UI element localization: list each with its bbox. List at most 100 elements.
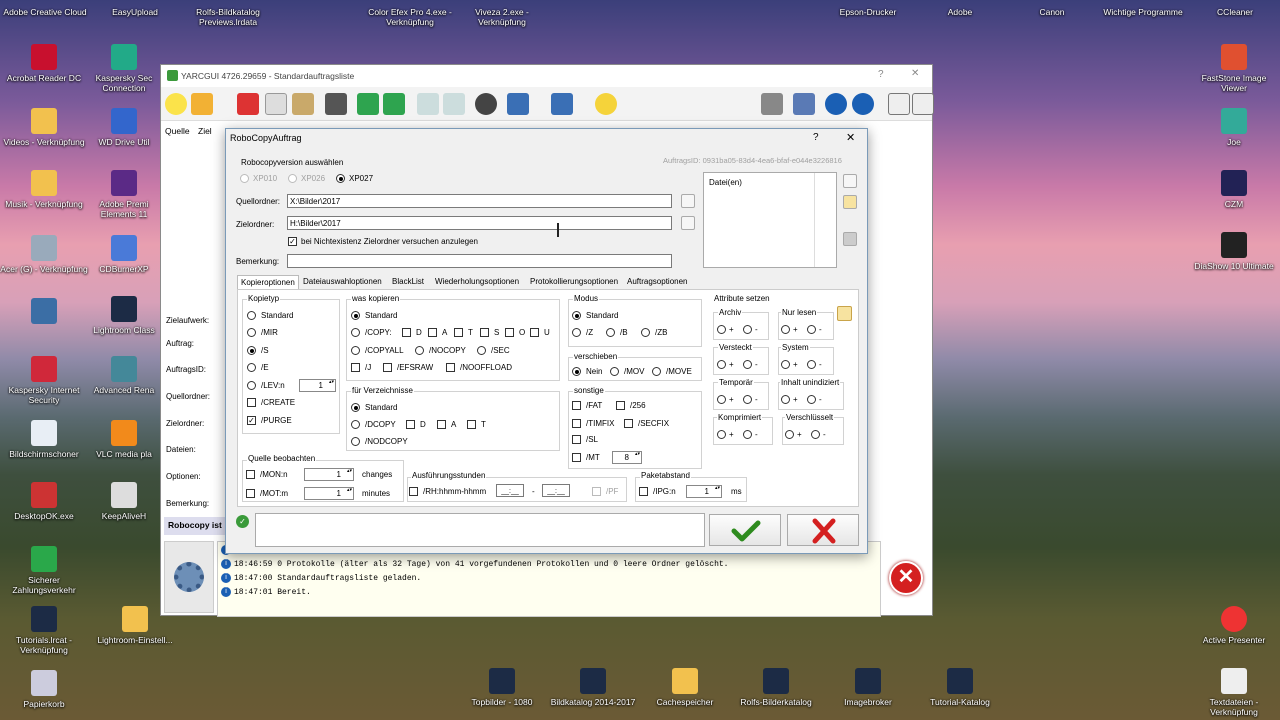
desktop-icon-joe[interactable]: Joe (1190, 108, 1278, 147)
stop-icon[interactable]: ✕ (889, 561, 923, 595)
was-standard-radio[interactable] (351, 311, 360, 320)
create-target-checkbox[interactable]: ✓ (288, 237, 297, 246)
info-icon[interactable] (852, 93, 874, 115)
desktop-icon-desktopok[interactable]: DesktopOK.exe (0, 482, 88, 521)
verschluesselt-plus-radio[interactable] (785, 430, 794, 439)
copy-a-checkbox[interactable] (428, 328, 437, 337)
desktop-icon-faststone[interactable]: FastStone Image Viewer (1190, 44, 1278, 93)
dateien-list[interactable]: Datei(en) (703, 172, 837, 268)
nurlesen-minus-radio[interactable] (807, 325, 816, 334)
edit-icon[interactable] (191, 93, 213, 115)
kopietyp-e-radio[interactable] (247, 363, 256, 372)
temporaer-minus-radio[interactable] (743, 395, 752, 404)
versteckt-minus-radio[interactable] (743, 360, 752, 369)
unindiziert-minus-radio[interactable] (807, 395, 816, 404)
desktop-icon-cachespeicher[interactable]: Cachespeicher (641, 668, 729, 707)
desktop-top-label[interactable]: Adobe (910, 7, 1010, 17)
kopietyp-s-radio[interactable] (247, 346, 256, 355)
tab-protokollierungsoptionen[interactable]: Protokollierungsoptionen (527, 275, 621, 289)
copyall-radio[interactable] (351, 346, 360, 355)
copy-radio[interactable] (351, 328, 360, 337)
cancel-button[interactable] (787, 514, 859, 546)
efsraw-checkbox[interactable] (383, 363, 392, 372)
lev-spinner[interactable]: 1 (299, 379, 336, 392)
desktop-top-label[interactable]: Wichtige Programme (1093, 7, 1193, 17)
layout-icon[interactable] (912, 93, 934, 115)
dcopy-t-checkbox[interactable] (467, 420, 476, 429)
mon-spinner[interactable]: 1 (304, 468, 354, 481)
paste-icon[interactable] (292, 93, 314, 115)
minimize-panel-icon[interactable] (888, 93, 910, 115)
tab-dateiauswahloptionen[interactable]: Dateiauswahloptionen (300, 275, 385, 289)
desktop-icon-topbilder[interactable]: Topbilder - 1080 (458, 668, 546, 707)
dcopy-a-checkbox[interactable] (437, 420, 446, 429)
desktop-icon-zahlungsverkehr[interactable]: Sicherer Zahlungsverkehr (0, 546, 88, 595)
edit-file-icon[interactable] (843, 195, 857, 209)
kopietyp-lev-radio[interactable] (247, 381, 256, 390)
desktop-icon-czm[interactable]: CZM (1190, 170, 1278, 209)
archiv-minus-radio[interactable] (743, 325, 752, 334)
dcopy-radio[interactable] (351, 420, 360, 429)
desktop-icon-papierkorb[interactable]: Papierkorb (0, 670, 88, 709)
version-xp026-radio[interactable] (288, 174, 297, 183)
desktop-icon-vlc[interactable]: VLC media pla (88, 420, 160, 459)
desktop-icon-advanced-rena[interactable]: Advanced Rena (88, 356, 160, 395)
import-icon[interactable] (507, 93, 529, 115)
modus-z-radio[interactable] (572, 328, 581, 337)
tools-icon[interactable] (761, 93, 783, 115)
desktop-top-label[interactable]: Canon (1002, 7, 1102, 17)
sl-checkbox[interactable] (572, 435, 581, 444)
desktop-icon-kaspersky[interactable]: Kaspersky Internet Security (0, 356, 88, 405)
settings-sun-icon[interactable] (595, 93, 617, 115)
dir-standard-radio[interactable] (351, 403, 360, 412)
menu-ziel[interactable]: Ziel (198, 126, 212, 136)
desktop-icon-wd[interactable]: WD Drive Util (88, 108, 160, 147)
dialog-close-button[interactable]: ✕ (846, 131, 855, 144)
quellordner-input[interactable]: X:\Bilder\2017 (287, 194, 672, 208)
create-checkbox[interactable] (247, 398, 256, 407)
copy-icon[interactable] (265, 93, 287, 115)
desktop-icon-acer[interactable]: Acer (G) - Verknüpfung (0, 235, 88, 274)
kopietyp-standard-radio[interactable] (247, 311, 256, 320)
add-file-icon[interactable] (843, 174, 857, 188)
delete-file-icon[interactable] (843, 232, 857, 246)
desktop-icon-imagebroker[interactable]: Imagebroker (824, 668, 912, 707)
mot-spinner[interactable]: 1 (304, 487, 354, 500)
nurlesen-plus-radio[interactable] (781, 325, 790, 334)
desktop-icon-tutorials[interactable]: Tutorials.lrcat - Verknüpfung (0, 606, 88, 655)
copy-d-checkbox[interactable] (402, 328, 411, 337)
dialog-help-button[interactable]: ? (813, 132, 819, 143)
mon-checkbox[interactable] (246, 470, 255, 479)
j-checkbox[interactable] (351, 363, 360, 372)
desktop-top-label[interactable]: EasyUpload (85, 7, 185, 17)
move-down-icon[interactable] (383, 93, 405, 115)
tab-auftragsoptionen[interactable]: Auftragsoptionen (624, 275, 691, 289)
modus-zb-radio[interactable] (641, 328, 650, 337)
purge-checkbox[interactable]: ✓ (247, 416, 256, 425)
rh-from-input[interactable]: __:__ (496, 484, 524, 497)
modus-standard-radio[interactable] (572, 311, 581, 320)
ipg-checkbox[interactable] (639, 487, 648, 496)
temporaer-plus-radio[interactable] (717, 395, 726, 404)
komprimiert-minus-radio[interactable] (743, 430, 752, 439)
bemerkung-input[interactable] (287, 254, 672, 268)
group-icon[interactable] (443, 93, 465, 115)
sec-radio[interactable] (477, 346, 486, 355)
mot-checkbox[interactable] (246, 489, 255, 498)
desktop-icon-keepalive[interactable]: KeepAliveH (88, 482, 160, 521)
tab-blacklist[interactable]: BlackList (389, 275, 427, 289)
desktop-top-label[interactable]: Adobe Creative Cloud (0, 7, 95, 17)
browse-source-button[interactable] (681, 194, 695, 208)
move-radio[interactable] (652, 367, 661, 376)
command-preview-box[interactable] (255, 513, 705, 547)
desktop-icon-musik[interactable]: Musik - Verknüpfung (0, 170, 88, 209)
desktop-icon-diashow[interactable]: DiaShow 10 Ultimate (1190, 232, 1278, 271)
desktop-top-label[interactable]: Epson-Drucker (818, 7, 918, 17)
move-up-icon[interactable] (357, 93, 379, 115)
secfix-checkbox[interactable] (624, 419, 633, 428)
nooffload-checkbox[interactable] (446, 363, 455, 372)
nodcopy-radio[interactable] (351, 437, 360, 446)
disk-icon[interactable] (475, 93, 497, 115)
komprimiert-plus-radio[interactable] (717, 430, 726, 439)
verschieben-nein-radio[interactable] (572, 367, 581, 376)
